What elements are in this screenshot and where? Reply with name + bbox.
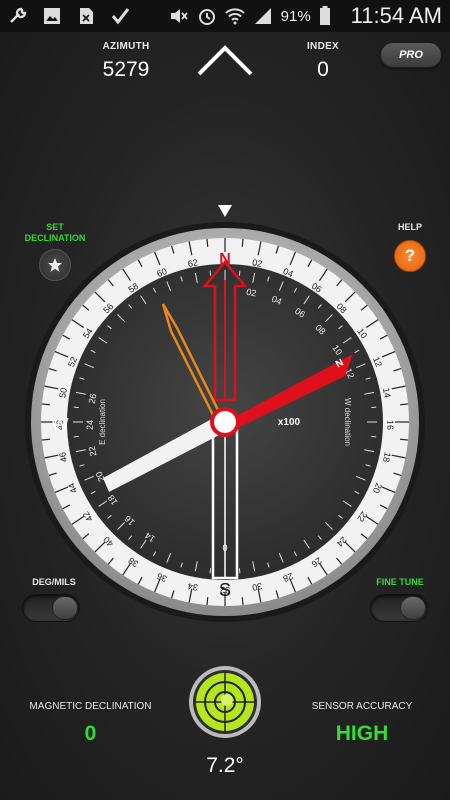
magnetic-declination-label: MAGNETIC DECLINATION xyxy=(29,701,152,712)
azimuth-value: 5279 xyxy=(102,58,150,81)
deg-mils-toggle-knob xyxy=(52,596,78,620)
chevron-up-icon[interactable] xyxy=(193,40,257,80)
deg-mils-label: DEG/MILS xyxy=(32,577,76,587)
wrench-icon xyxy=(8,6,28,26)
bubble-level-icon xyxy=(189,666,261,738)
outer-scale-label: 02 xyxy=(251,257,263,269)
alarm-icon xyxy=(197,6,217,26)
azimuth-label: AZIMUTH xyxy=(102,41,150,52)
multiplier-label: x100 xyxy=(278,417,301,428)
battery-icon xyxy=(319,6,339,26)
tilt-angle: 7.2° xyxy=(206,754,244,777)
pro-button[interactable]: PRO xyxy=(380,42,442,68)
image-icon xyxy=(42,6,62,26)
outer-scale-label: 18 xyxy=(381,451,393,463)
index-value: 0 xyxy=(317,58,329,81)
heading-marker-icon xyxy=(218,204,232,217)
inner-scale-label: 24 xyxy=(85,420,95,430)
fine-tune-label: FINE TUNE xyxy=(376,577,424,587)
signal-icon xyxy=(253,6,273,26)
outer-tick xyxy=(206,238,209,247)
outer-tick xyxy=(400,403,409,406)
compass-dial: 0204060810121416182022242628303234363840… xyxy=(25,222,425,622)
outer-tick xyxy=(400,438,409,441)
e-declination-label: E declination xyxy=(98,399,107,445)
sensor-accuracy-label: SENSOR ACCURACY xyxy=(311,701,413,712)
w-declination-label: W declination xyxy=(343,398,352,446)
wifi-icon xyxy=(224,6,245,26)
outer-tick xyxy=(206,597,209,606)
index-label: INDEX xyxy=(306,41,340,52)
deg-mils-toggle[interactable] xyxy=(22,594,80,622)
outer-scale-label: 50 xyxy=(57,387,69,399)
outer-tick xyxy=(241,238,244,247)
check-icon xyxy=(110,6,130,26)
bezel-center-value: 0 xyxy=(222,543,227,553)
sensor-accuracy-value: HIGH xyxy=(335,722,389,745)
inner-scale-label: 26 xyxy=(87,393,99,405)
index-readout: INDEX 0 xyxy=(283,41,363,82)
outer-scale-label: 14 xyxy=(381,387,393,399)
outer-scale-label: 34 xyxy=(187,581,199,593)
sim-icon xyxy=(76,6,96,26)
battery-percentage: 91% xyxy=(280,7,311,25)
west-letter: W xyxy=(52,415,69,435)
status-bar: 91% 11:54 AM xyxy=(0,0,450,32)
outer-tick xyxy=(41,438,50,441)
east-letter: E xyxy=(384,415,396,435)
inner-scale-label: 22 xyxy=(87,445,99,457)
outer-scale-label: 46 xyxy=(57,451,69,463)
south-letter: S xyxy=(219,580,231,600)
clock: 11:54 AM xyxy=(350,3,442,28)
outer-scale-label: 30 xyxy=(251,581,263,593)
azimuth-readout: AZIMUTH 5279 xyxy=(86,41,166,82)
outer-tick xyxy=(41,403,50,406)
outer-scale-label: 62 xyxy=(187,257,199,269)
magnetic-declination-value: 0 xyxy=(84,722,97,745)
fine-tune-toggle-knob xyxy=(400,596,426,620)
magnetic-declination-readout: MAGNETIC DECLINATION 0 xyxy=(18,701,163,746)
sensor-accuracy-readout: SENSOR ACCURACY HIGH xyxy=(298,701,426,746)
fine-tune-toggle[interactable] xyxy=(370,594,428,622)
mute-icon xyxy=(169,6,189,26)
outer-tick xyxy=(241,597,244,606)
inner-scale-label: 02 xyxy=(245,287,257,299)
